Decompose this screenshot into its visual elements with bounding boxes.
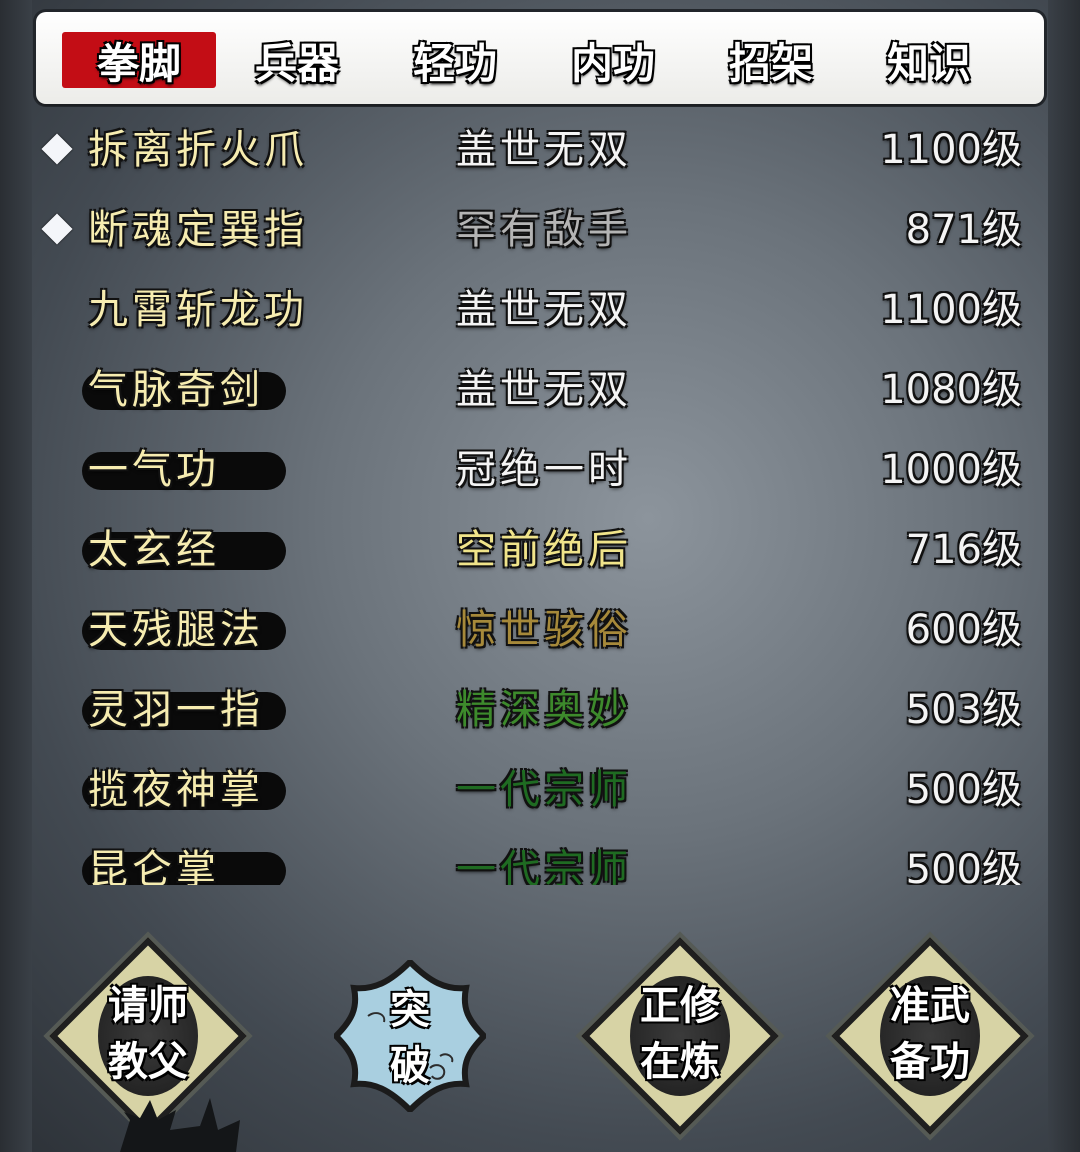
skill-rank: 惊世骇俗	[456, 607, 632, 653]
button-label: 正修	[640, 983, 720, 1029]
skill-rank: 空前绝后	[456, 527, 632, 573]
skill-level: 871级	[905, 207, 1022, 253]
tab-parry[interactable]: 招架	[694, 32, 848, 88]
skill-name: 天残腿法	[88, 607, 264, 653]
skill-level: 503级	[905, 687, 1022, 733]
button-label: 教父	[108, 1039, 188, 1085]
button-label: 突	[390, 987, 430, 1033]
tab-knowledge[interactable]: 知识	[852, 32, 1006, 88]
skill-rank: 盖世无双	[456, 367, 632, 413]
tab-fist[interactable]: 拳脚	[62, 32, 216, 88]
skill-rank: 一代宗师	[456, 847, 632, 885]
skill-row[interactable]: 拆离折火爪 盖世无双 1100级	[36, 110, 1044, 190]
tree-silhouette-icon	[120, 1098, 240, 1152]
skill-level: 500级	[905, 847, 1022, 885]
skill-row[interactable]: 太玄经 空前绝后 716级	[36, 510, 1044, 590]
right-frame	[1048, 0, 1080, 1152]
skill-level: 1000级	[880, 447, 1022, 493]
skill-name: 昆仑掌	[88, 847, 220, 885]
skill-rank: 盖世无双	[456, 127, 632, 173]
skill-list[interactable]: 拆离折火爪 盖世无双 1100级 断魂定巽指 罕有敌手 871级 九霄斩龙功 盖世无双 1100…	[36, 110, 1044, 885]
skill-rank: 精深奥妙	[456, 687, 632, 733]
equip-skill-button[interactable]: 准武 备功	[831, 937, 1029, 1135]
skill-rank: 一代宗师	[456, 767, 632, 813]
skill-level: 1100级	[880, 127, 1022, 173]
button-label: 请师	[108, 983, 188, 1029]
button-label: 破	[390, 1043, 430, 1089]
skill-name: 气脉奇剑	[88, 367, 264, 413]
left-frame	[0, 0, 32, 1152]
skill-name: 拆离折火爪	[88, 127, 308, 173]
skill-name: 一气功	[88, 447, 220, 493]
tab-weapon[interactable]: 兵器	[220, 32, 374, 88]
equipped-diamond-icon	[41, 213, 73, 245]
skill-level: 1100级	[880, 287, 1022, 333]
skill-level: 1080级	[880, 367, 1022, 413]
skill-row[interactable]: 一气功 冠绝一时 1000级	[36, 430, 1044, 510]
skill-name: 九霄斩龙功	[88, 287, 308, 333]
button-label: 备功	[890, 1039, 970, 1085]
cultivate-button[interactable]: 正修 在炼	[581, 937, 779, 1135]
skill-row[interactable]: 气脉奇剑 盖世无双 1080级	[36, 350, 1044, 430]
button-label: 准武	[890, 983, 970, 1029]
skill-level: 716级	[905, 527, 1022, 573]
skill-row[interactable]: 昆仑掌 一代宗师 500级	[36, 830, 1044, 885]
skill-rank: 盖世无双	[456, 287, 632, 333]
skill-rank: 罕有敌手	[456, 207, 632, 253]
skill-row[interactable]: 灵羽一指 精深奥妙 503级	[36, 670, 1044, 750]
skill-row[interactable]: 断魂定巽指 罕有敌手 871级	[36, 190, 1044, 270]
button-label: 在炼	[640, 1039, 720, 1085]
skill-name: 断魂定巽指	[88, 207, 308, 253]
tab-inner[interactable]: 内功	[536, 32, 690, 88]
skill-level: 500级	[905, 767, 1022, 813]
skill-row[interactable]: 九霄斩龙功 盖世无双 1100级	[36, 270, 1044, 350]
tab-lightness[interactable]: 轻功	[378, 32, 532, 88]
skill-level: 600级	[905, 607, 1022, 653]
category-tab-bar: 拳脚 兵器 轻功 内功 招架 知识	[36, 12, 1044, 104]
skill-row[interactable]: 天残腿法 惊世骇俗 600级	[36, 590, 1044, 670]
skill-row[interactable]: 揽夜神掌 一代宗师 500级	[36, 750, 1044, 830]
skill-name: 太玄经	[88, 527, 220, 573]
breakthrough-button[interactable]: 突 破	[312, 938, 508, 1134]
skill-rank: 冠绝一时	[456, 447, 632, 493]
equipped-diamond-icon	[41, 133, 73, 165]
skill-name: 灵羽一指	[88, 687, 264, 733]
skill-name: 揽夜神掌	[88, 767, 264, 813]
